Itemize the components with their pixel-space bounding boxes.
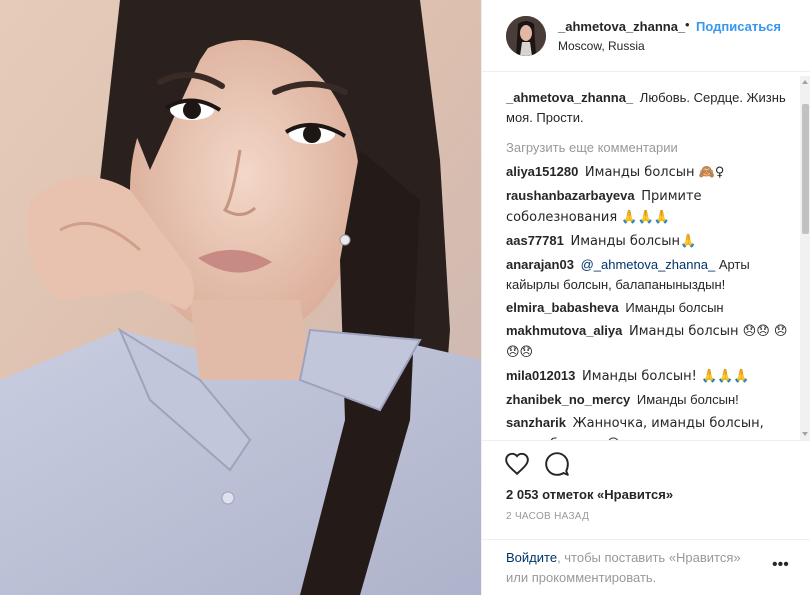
comment-item: mila012013 Иманды болсын! 🙏🙏🙏 — [506, 366, 796, 387]
load-more-comments-button[interactable]: Загрузить еще комментарии — [506, 138, 796, 158]
post-location[interactable]: Moscow, Russia — [558, 39, 645, 53]
comment-text: Иманды болсын! — [636, 392, 739, 407]
comment-username[interactable]: aas77781 — [506, 233, 564, 248]
comments-list[interactable]: _ahmetova_zhanna_ Любовь. Сердце. Жизнь … — [506, 88, 796, 440]
comment-text: Иманды болсын! 🙏🙏🙏 — [582, 369, 750, 384]
likes-count[interactable]: 2 053 отметок «Нравится» — [506, 487, 673, 502]
login-link[interactable]: Войдите — [506, 550, 557, 565]
comment-item: elmira_babasheva Иманды болсын — [506, 298, 796, 318]
comment-text: Иманды болсын🙏 — [570, 234, 697, 249]
heart-icon[interactable] — [504, 451, 530, 477]
comment-item: aas77781 Иманды болсын🙏 — [506, 231, 796, 252]
login-prompt: Войдите, чтобы поставить «Нравится» или … — [506, 548, 766, 588]
follow-button[interactable]: Подписаться — [696, 19, 781, 34]
comment-item: makhmutova_aliya Иманды болсын 😞😞 😞😞😞 — [506, 321, 796, 363]
scroll-down-arrow-icon[interactable] — [802, 432, 808, 436]
post-side-panel: _ahmetova_zhanna_ • Подписаться Moscow, … — [481, 0, 810, 595]
more-options-icon[interactable]: ••• — [772, 557, 789, 573]
scroll-up-arrow-icon[interactable] — [802, 80, 808, 84]
comment-item: raushanbazarbayeva Примите соболезновани… — [506, 186, 796, 228]
comment-text: Иманды болсын — [625, 300, 724, 315]
comment-username[interactable]: raushanbazarbayeva — [506, 188, 635, 203]
comment-username[interactable]: elmira_babasheva — [506, 300, 619, 315]
comment-username[interactable]: aliya151280 — [506, 164, 578, 179]
post-photo[interactable] — [0, 0, 481, 595]
comment-item: aliya151280 Иманды болсын 🙈♀ — [506, 162, 796, 183]
post-caption: _ahmetova_zhanna_ Любовь. Сердце. Жизнь … — [506, 88, 796, 128]
caption-username[interactable]: _ahmetova_zhanna_ — [506, 90, 633, 105]
post-actions: 2 053 отметок «Нравится» 2 часов назад В… — [482, 440, 810, 595]
comment-text: Иманды болсын 🙈♀ — [584, 165, 725, 180]
comment-username[interactable]: mila012013 — [506, 368, 575, 383]
post-header: _ahmetova_zhanna_ • Подписаться Moscow, … — [482, 0, 810, 72]
comment-item: anarajan03 @_ahmetova_zhanna_ Арты кайыр… — [506, 255, 796, 295]
avatar[interactable] — [506, 16, 546, 56]
comment-item: zhanibek_no_mercy Иманды болсын! — [506, 390, 796, 410]
comment-bubble-icon[interactable] — [544, 451, 570, 477]
separator-dot: • — [685, 17, 690, 32]
post-timestamp[interactable]: 2 часов назад — [506, 511, 589, 522]
comments-scrollbar[interactable] — [800, 76, 810, 440]
scrollbar-thumb[interactable] — [802, 104, 809, 234]
comment-username[interactable]: anarajan03 — [506, 257, 574, 272]
login-prompt-row: Войдите, чтобы поставить «Нравится» или … — [482, 539, 810, 595]
comment-username[interactable]: makhmutova_aliya — [506, 323, 622, 338]
comment-item: sanzharik Жанночка, иманды болсын, очень… — [506, 413, 796, 440]
comment-username[interactable]: zhanibek_no_mercy — [506, 392, 630, 407]
comment-mention[interactable]: @_ahmetova_zhanna_ — [581, 257, 716, 272]
post-username[interactable]: _ahmetova_zhanna_ — [558, 19, 685, 34]
comment-username[interactable]: sanzharik — [506, 415, 566, 430]
